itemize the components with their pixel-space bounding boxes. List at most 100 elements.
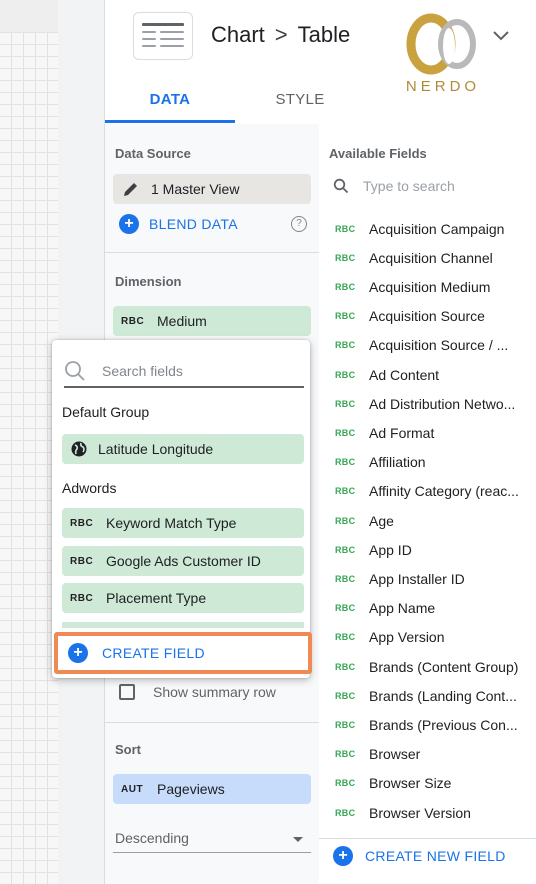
create-new-field-label: CREATE NEW FIELD (365, 848, 506, 864)
caret-down-icon (293, 837, 303, 842)
add-circle-icon: + (68, 643, 88, 663)
available-field-name: Brands (Previous Con... (369, 716, 518, 733)
available-field-name: Ad Content (369, 366, 440, 383)
globe-icon (71, 441, 87, 457)
text-type-icon: RBC (335, 690, 356, 701)
available-field-item[interactable]: RBC App Name (335, 594, 435, 623)
available-field-name: Acquisition Medium (369, 278, 491, 295)
default-group-label: Default Group (62, 404, 150, 420)
available-field-item[interactable]: RBC App ID (335, 535, 412, 564)
popup-field-keyword-match-type[interactable]: RBC Keyword Match Type (62, 508, 304, 538)
available-field-item[interactable]: RBC Ad Content (335, 360, 439, 389)
available-field-item[interactable]: RBC Brands (Previous Con... (335, 710, 518, 739)
summary-row-label: Show summary row (153, 684, 276, 700)
available-field-item[interactable]: RBC Brands (Content Group) (335, 652, 518, 681)
available-field-item[interactable]: RBC Ad Format (335, 418, 434, 447)
tab-style[interactable]: STYLE (235, 78, 365, 122)
available-field-name: App Installer ID (369, 570, 465, 587)
data-source-selector[interactable]: 1 Master View (113, 174, 311, 204)
text-type-icon: RBC (335, 486, 356, 497)
summary-row-checkbox[interactable] (119, 684, 135, 700)
chart-label: Chart (211, 22, 265, 47)
available-field-name: Brands (Content Group) (369, 658, 519, 675)
active-tab-indicator (105, 120, 235, 123)
sort-chip-pageviews[interactable]: AUT Pageviews (113, 774, 311, 804)
available-field-item[interactable]: RBC Acquisition Channel (335, 243, 493, 272)
available-field-item[interactable]: RBC Age (335, 506, 394, 535)
text-type-icon: RBC (335, 340, 356, 351)
create-field-button[interactable]: + CREATE FIELD (54, 632, 312, 674)
text-type-icon: RBC (335, 311, 356, 322)
popup-field-name: Placement Type (106, 590, 207, 606)
field-picker-popup: Search fields Default Group Latitude Lon… (52, 340, 310, 678)
available-field-name: App Name (369, 600, 436, 617)
text-type-icon: RBC (335, 427, 356, 438)
available-field-item[interactable]: RBC App Version (335, 623, 445, 652)
text-type-icon: RBC (70, 517, 94, 529)
available-fields-title: Available Fields (329, 146, 427, 161)
available-field-item[interactable]: RBC Brands (Landing Cont... (335, 681, 517, 710)
available-field-item[interactable]: RBC Acquisition Source (335, 302, 485, 331)
dimension-label: Dimension (115, 274, 182, 289)
available-field-name: Affinity Category (reac... (369, 483, 519, 500)
table-chart-icon[interactable] (133, 12, 193, 60)
available-field-item[interactable]: RBC Browser Size (335, 769, 451, 798)
text-type-icon: RBC (335, 749, 356, 760)
available-field-item[interactable]: RBC Browser (335, 740, 420, 769)
auto-type-icon: AUT (121, 783, 144, 795)
add-circle-icon: + (333, 846, 353, 866)
available-fields-search-input[interactable]: Type to search (363, 178, 455, 194)
available-field-name: Ad Format (369, 424, 435, 441)
chart-type-label: Table (297, 22, 351, 47)
text-type-icon: RBC (335, 573, 356, 584)
popup-field-name: Keyword Match Type (106, 515, 237, 531)
blend-data-button[interactable]: + BLEND DATA (119, 214, 238, 234)
text-type-icon: RBC (335, 252, 356, 263)
available-field-item[interactable]: RBC Acquisition Medium (335, 272, 490, 301)
available-field-item[interactable]: RBC App Installer ID (335, 564, 465, 593)
pencil-icon (124, 183, 137, 196)
select-underline (113, 852, 311, 853)
dimension-chip-medium[interactable]: RBC Medium (113, 306, 311, 336)
popup-field-google-ads-customer-id[interactable]: RBC Google Ads Customer ID (62, 546, 304, 576)
chart-type-breadcrumb: Chart > Table (211, 22, 350, 48)
text-type-icon: RBC (335, 544, 356, 555)
text-type-icon: RBC (335, 369, 356, 380)
chevron-down-icon[interactable] (491, 28, 511, 44)
add-circle-icon: + (119, 214, 139, 234)
available-field-item[interactable]: RBC Affinity Category (reac... (335, 477, 519, 506)
panel-header: Chart > Table NERDO (105, 0, 536, 95)
help-icon[interactable]: ? (291, 216, 307, 232)
popup-field-latitude-longitude[interactable]: Latitude Longitude (62, 434, 304, 464)
text-type-icon: RBC (335, 807, 356, 818)
breadcrumb-separator: > (274, 22, 288, 47)
popup-search-input[interactable]: Search fields (102, 363, 183, 379)
text-type-icon: RBC (335, 632, 356, 643)
available-field-item[interactable]: RBC Browser Version (335, 798, 471, 827)
popup-field-placement-type[interactable]: RBC Placement Type (62, 583, 304, 613)
available-field-name: Browser Size (369, 775, 452, 792)
available-field-name: Brands (Landing Cont... (369, 687, 517, 704)
text-type-icon: RBC (335, 223, 356, 234)
available-field-item[interactable]: RBC Ad Distribution Netwo... (335, 389, 515, 418)
available-field-item[interactable]: RBC Acquisition Source / ... (335, 331, 508, 360)
available-field-name: Browser (369, 746, 421, 763)
search-icon (65, 361, 85, 381)
available-fields-column: Available Fields Type to search RBC Acqui… (319, 124, 536, 884)
sort-field-name: Pageviews (157, 781, 225, 797)
sort-label: Sort (115, 742, 141, 757)
sort-order-select[interactable]: Descending (115, 830, 189, 846)
canvas-page-grid[interactable] (0, 32, 59, 884)
text-type-icon: RBC (70, 555, 94, 567)
popup-search-field[interactable]: Search fields (64, 356, 304, 388)
create-new-field-button[interactable]: + CREATE NEW FIELD (333, 846, 506, 866)
available-field-item[interactable]: RBC Affiliation (335, 448, 426, 477)
text-type-icon: RBC (335, 515, 356, 526)
data-source-name: 1 Master View (151, 181, 240, 197)
section-divider (105, 252, 319, 253)
adwords-group-label: Adwords (62, 480, 117, 496)
available-fields-search[interactable]: Type to search (333, 178, 455, 194)
available-field-name: Acquisition Channel (369, 249, 493, 266)
tab-data[interactable]: DATA (105, 78, 235, 122)
available-field-item[interactable]: RBC Acquisition Campaign (335, 214, 504, 243)
